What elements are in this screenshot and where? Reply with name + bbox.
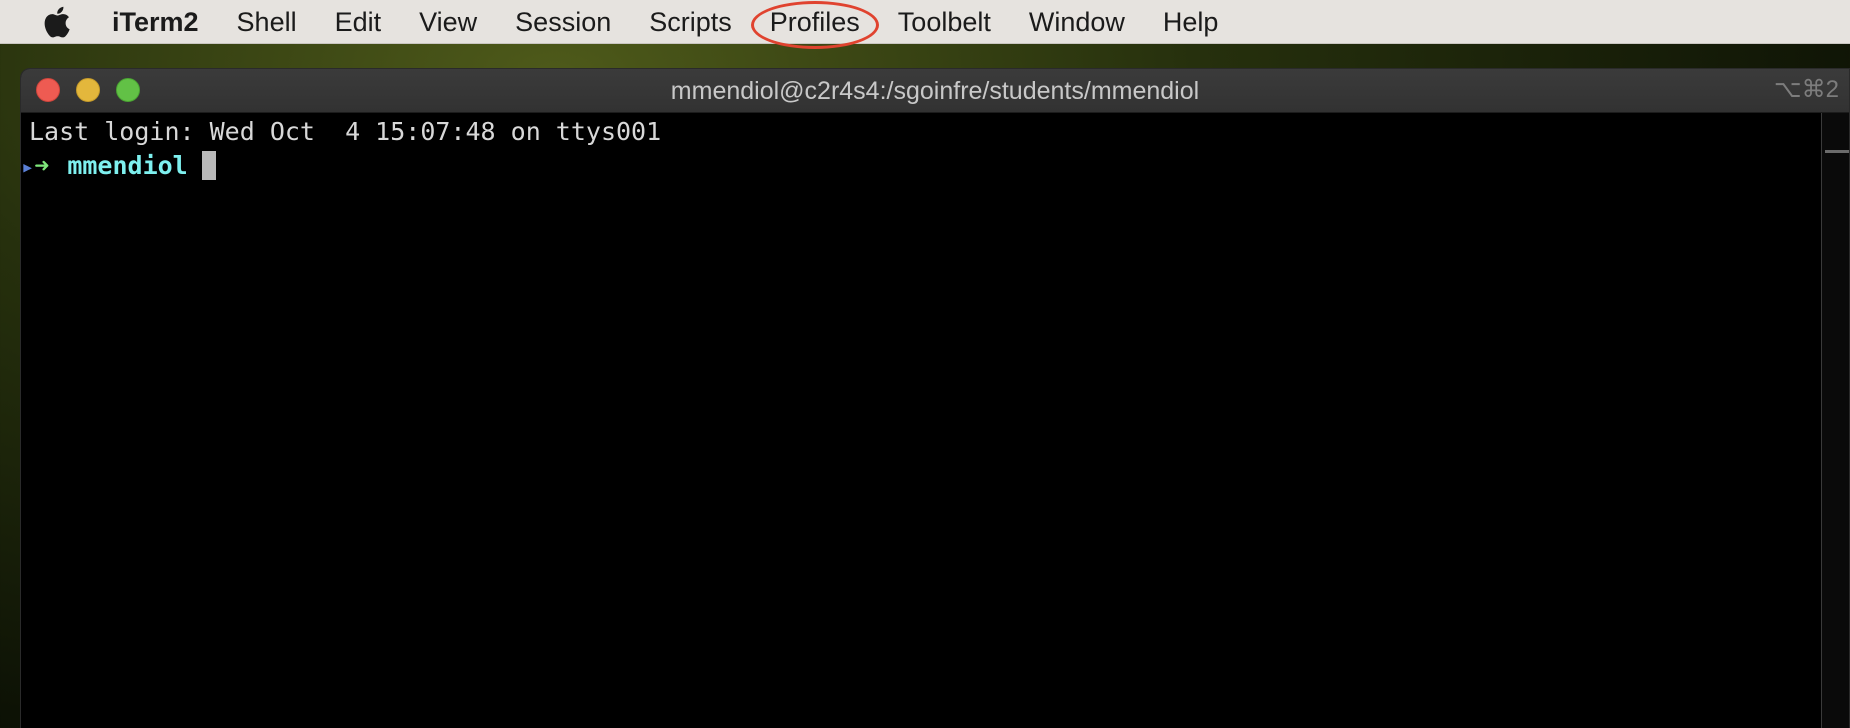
- terminal-content[interactable]: Last login: Wed Oct 4 15:07:48 on ttys00…: [21, 113, 1849, 728]
- last-login-line: Last login: Wed Oct 4 15:07:48 on ttys00…: [29, 117, 662, 146]
- menu-help[interactable]: Help: [1144, 0, 1238, 44]
- menu-profiles[interactable]: Profiles: [750, 0, 879, 49]
- menu-toolbelt[interactable]: Toolbelt: [879, 0, 1010, 44]
- prompt-arrow-icon: ➜: [34, 151, 50, 180]
- prompt-line: ▸➜ mmendiol: [21, 150, 216, 182]
- terminal-scrollbar[interactable]: [1821, 113, 1849, 728]
- menu-profiles-label: Profiles: [769, 6, 860, 37]
- window-titlebar[interactable]: mmendiol@c2r4s4:/sgoinfre/students/mmend…: [21, 69, 1849, 113]
- apple-menu[interactable]: [36, 0, 76, 44]
- window-shortcut-label: ⌥⌘2: [1773, 76, 1839, 103]
- menu-window[interactable]: Window: [1010, 0, 1144, 44]
- menu-edit[interactable]: Edit: [316, 0, 401, 44]
- prompt-username: mmendiol: [67, 151, 188, 180]
- scrollbar-thumb[interactable]: [1825, 150, 1849, 153]
- terminal-window: mmendiol@c2r4s4:/sgoinfre/students/mmend…: [20, 68, 1850, 728]
- text-cursor: [201, 151, 216, 180]
- menu-view[interactable]: View: [400, 0, 496, 44]
- menu-scripts[interactable]: Scripts: [630, 0, 751, 44]
- window-title: mmendiol@c2r4s4:/sgoinfre/students/mmend…: [670, 77, 1200, 105]
- menu-app-name[interactable]: iTerm2: [102, 0, 218, 44]
- menu-bar: iTerm2 Shell Edit View Session Scripts P…: [0, 0, 1850, 49]
- mark-indicator-icon: ▸: [21, 155, 35, 180]
- menu-session[interactable]: Session: [496, 0, 630, 44]
- apple-logo-icon: [44, 6, 70, 37]
- menu-shell[interactable]: Shell: [218, 0, 316, 44]
